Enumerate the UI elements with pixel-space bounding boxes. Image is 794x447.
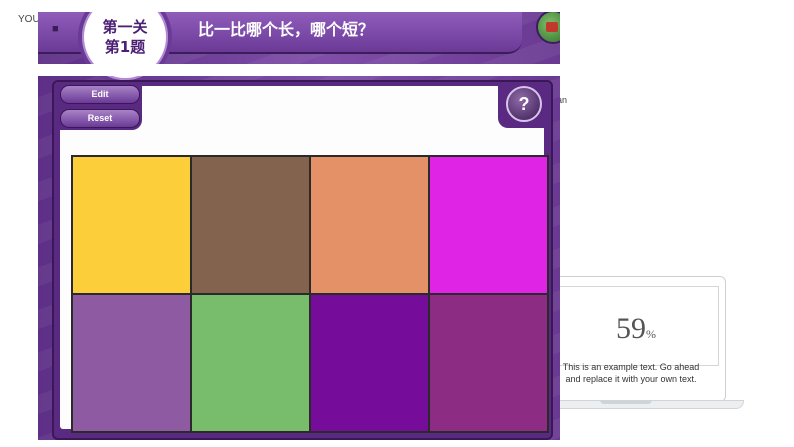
color-grid [71, 155, 549, 433]
color-cell[interactable] [429, 156, 548, 294]
house-icon[interactable]: ■ [52, 22, 64, 36]
percent-value: 59 [616, 312, 646, 345]
globe-icon[interactable] [536, 12, 560, 44]
board-canvas [60, 86, 549, 433]
color-cell[interactable] [429, 294, 548, 432]
color-cell[interactable] [310, 294, 429, 432]
divider-stripe [38, 64, 560, 76]
edit-button[interactable]: Edit [60, 85, 140, 104]
question-number: 第1题 [104, 38, 146, 56]
bottom-stripe [38, 440, 560, 447]
background-label: YOU [18, 14, 40, 25]
percent-unit: % [646, 327, 656, 341]
reset-button[interactable]: Reset [60, 109, 140, 128]
question-title: 比一比哪个长，哪个短？ [198, 20, 375, 39]
game-window: ■ 比一比哪个长，哪个短？ 第一关 第1题 Edit Reset ? [38, 12, 560, 447]
color-cell[interactable] [72, 156, 191, 294]
laptop-notch [600, 400, 652, 404]
level-number: 第一关 [102, 18, 148, 36]
percent-stat: 59% [548, 312, 724, 346]
color-cell[interactable] [191, 294, 310, 432]
example-text: This is an example text. Go ahead and re… [562, 362, 700, 384]
game-board: Edit Reset ? [52, 80, 553, 440]
help-button[interactable]: ? [506, 86, 542, 122]
color-cell[interactable] [191, 156, 310, 294]
color-cell[interactable] [310, 156, 429, 294]
color-cell[interactable] [72, 294, 191, 432]
